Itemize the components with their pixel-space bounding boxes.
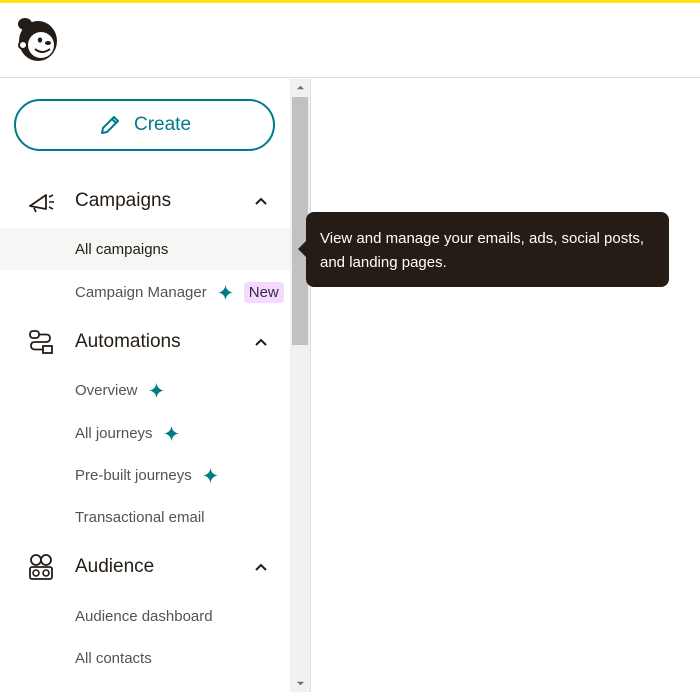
mailchimp-logo[interactable]	[14, 15, 62, 63]
create-button-label: Create	[133, 114, 192, 135]
nav-item-all-contacts[interactable]: All contacts	[0, 637, 290, 679]
nav-item-overview[interactable]: Overview	[0, 369, 290, 411]
scroll-down-arrow-icon[interactable]	[290, 675, 310, 692]
chevron-up-icon[interactable]	[252, 192, 270, 210]
nav-item-label: Pre-built journeys	[75, 466, 192, 484]
content-divider	[310, 79, 311, 692]
sidebar-nav: Create Campaigns All campaigns Campaign …	[0, 79, 290, 692]
megaphone-icon	[26, 186, 56, 216]
nav-item-all-campaigns[interactable]: All campaigns	[0, 228, 290, 270]
nav-item-pre-built-journeys[interactable]: Pre-built journeys	[0, 454, 290, 496]
chevron-up-icon[interactable]	[252, 333, 270, 351]
nav-item-label: Transactional email	[75, 508, 205, 526]
sparkle-icon	[217, 284, 233, 300]
scroll-up-arrow-icon[interactable]	[290, 79, 310, 96]
nav-section-audience[interactable]: Audience	[0, 545, 290, 589]
nav-item-audience-dashboard[interactable]: Audience dashboard	[0, 595, 290, 637]
automation-flow-icon	[26, 327, 56, 357]
chevron-up-icon[interactable]	[252, 558, 270, 576]
nav-section-label: Audience	[75, 556, 155, 577]
sidebar-scrollbar[interactable]	[290, 79, 310, 692]
new-badge: New	[243, 281, 284, 303]
create-button[interactable]: Create	[14, 99, 275, 151]
tooltip-text: View and manage your emails, ads, social…	[320, 230, 645, 271]
nav-item-all-journeys[interactable]: All journeys	[0, 412, 290, 454]
nav-section-label: Campaigns	[75, 190, 172, 211]
nav-item-label: Campaign Manager	[75, 283, 207, 301]
nav-item-label: All campaigns	[75, 240, 169, 258]
sparkle-icon	[202, 467, 218, 483]
pencil-icon	[100, 116, 119, 134]
nav-item-label: Audience dashboard	[75, 607, 213, 625]
sparkle-icon	[163, 425, 179, 441]
nav-item-label: Overview	[75, 381, 138, 399]
tooltip: View and manage your emails, ads, social…	[306, 212, 669, 287]
nav-section-label: Automations	[75, 331, 181, 352]
app-header	[0, 3, 700, 78]
sparkle-icon	[148, 382, 164, 398]
nav-item-label: All journeys	[75, 424, 153, 442]
nav-section-campaigns[interactable]: Campaigns	[0, 179, 290, 223]
tooltip-arrow	[298, 241, 306, 257]
nav-section-automations[interactable]: Automations	[0, 320, 290, 364]
audience-icon	[26, 552, 56, 582]
nav-item-label: All contacts	[75, 649, 152, 667]
nav-item-campaign-manager[interactable]: Campaign Manager New	[0, 271, 290, 313]
nav-item-transactional-email[interactable]: Transactional email	[0, 496, 290, 538]
